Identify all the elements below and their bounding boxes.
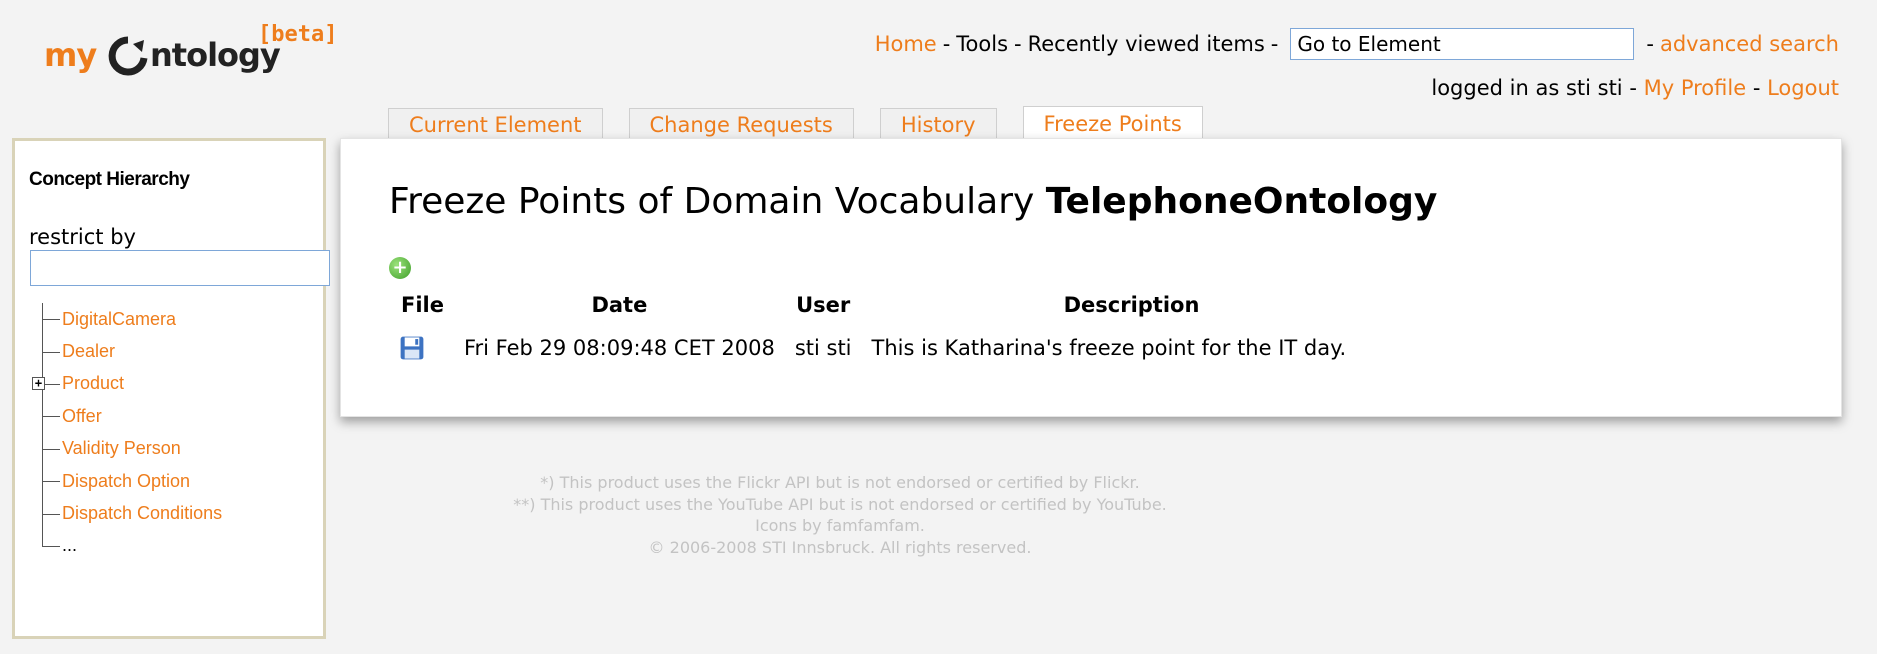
footer-flickr-notice: *) This product uses the Flickr API but … <box>540 473 1140 492</box>
concept-hierarchy-sidebar: Concept Hierarchy restrict by DigitalCam… <box>12 138 330 639</box>
add-freeze-point-icon[interactable]: + <box>389 257 411 279</box>
tree-item-label[interactable]: Offer <box>62 406 102 427</box>
tree-branch <box>42 513 60 515</box>
logo-text-my: my <box>44 36 97 74</box>
table-row: Fri Feb 29 08:09:48 CET 2008 sti sti Thi… <box>389 329 1402 367</box>
column-header-user: User <box>796 293 851 317</box>
footer-youtube-notice: **) This product uses the YouTube API bu… <box>513 494 1167 514</box>
restrict-label: restrict by <box>29 225 136 249</box>
tab-history[interactable]: History <box>879 108 997 141</box>
nav-separator: - <box>1270 32 1279 56</box>
main-panel: Freeze Points of Domain Vocabulary Telep… <box>340 138 1842 417</box>
page-title: Freeze Points of Domain Vocabulary Telep… <box>389 181 1437 222</box>
logout-link[interactable]: Logout <box>1767 76 1839 100</box>
footer: *) This product uses the Flickr API but … <box>340 472 1340 558</box>
description-cell: This is Katharina's freeze point for the… <box>871 336 1347 360</box>
tab-freeze-points[interactable]: Freeze Points <box>1022 106 1203 141</box>
tree-branch <box>42 416 60 418</box>
advanced-search-link[interactable]: advanced search <box>1660 32 1839 56</box>
tree-item-more[interactable]: ... <box>42 530 202 562</box>
tree-branch <box>42 448 60 450</box>
page-title-prefix: Freeze Points of Domain Vocabulary <box>389 181 1035 222</box>
disk-icon[interactable] <box>399 335 425 361</box>
nav-separator: - <box>942 32 951 56</box>
nav-separator: - <box>1646 32 1654 56</box>
footer-icons-credit: Icons by famfamfam. <box>755 516 925 535</box>
tree-item-dealer[interactable]: Dealer <box>42 335 202 367</box>
restrict-input[interactable] <box>30 250 330 286</box>
tree-item-dispatch-conditions[interactable]: Dispatch Conditions <box>42 497 222 529</box>
beta-badge: [beta] <box>258 22 338 47</box>
nav-separator: - <box>1629 76 1637 100</box>
tree-branch <box>42 481 60 483</box>
tree-item-offer[interactable]: Offer <box>42 400 202 432</box>
file-cell <box>389 329 454 367</box>
tree-item-label[interactable]: ... <box>62 535 77 556</box>
tree-item-label[interactable]: Product <box>62 373 124 394</box>
tree-branch <box>42 351 60 353</box>
user-cell: sti sti <box>794 336 852 360</box>
my-profile-link[interactable]: My Profile <box>1644 76 1747 100</box>
sidebar-title: Concept Hierarchy <box>29 169 190 190</box>
logged-in-text: logged in as sti sti <box>1431 76 1623 100</box>
home-link[interactable]: Home <box>875 32 937 56</box>
tree-item-label[interactable]: DigitalCamera <box>62 309 176 330</box>
tree-item-label[interactable]: Validity Person <box>62 438 181 459</box>
tree-item-product[interactable]: + Product <box>32 368 202 400</box>
column-header-file: File <box>401 293 444 317</box>
recently-viewed-menu[interactable]: Recently viewed items <box>1028 32 1265 56</box>
nav-separator: - <box>1752 76 1761 100</box>
table-header-row: File Date User Description <box>389 287 1402 329</box>
tab-current-element[interactable]: Current Element <box>388 108 603 141</box>
tab-bar: Current Element Change Requests History … <box>388 106 1229 141</box>
go-to-element-input[interactable] <box>1290 28 1635 60</box>
tree-branch <box>42 545 60 547</box>
tree-branch <box>42 319 60 321</box>
tree-item-validity-person[interactable]: Validity Person <box>42 433 202 465</box>
top-navigation: Home - Tools - Recently viewed items - -… <box>875 28 1839 60</box>
vocabulary-name: TelephoneOntology <box>1045 181 1438 222</box>
concept-tree: DigitalCamera Dealer + Product Offer Val… <box>32 303 222 562</box>
nav-separator: - <box>1014 32 1022 56</box>
logo-o-icon <box>108 36 148 76</box>
tree-item-digitalcamera[interactable]: DigitalCamera <box>42 303 202 335</box>
tab-change-requests[interactable]: Change Requests <box>628 108 854 141</box>
tree-item-dispatch-option[interactable]: Dispatch Option <box>42 465 202 497</box>
tools-menu[interactable]: Tools <box>956 32 1008 56</box>
tree-item-label[interactable]: Dispatch Conditions <box>62 503 222 524</box>
user-status: logged in as sti sti - My Profile - Logo… <box>1431 76 1839 100</box>
column-header-date: Date <box>591 293 648 317</box>
tree-item-label[interactable]: Dealer <box>62 341 115 362</box>
date-cell: Fri Feb 29 08:09:48 CET 2008 <box>463 336 775 360</box>
plus-box-icon[interactable]: + <box>32 376 45 390</box>
tree-item-label[interactable]: Dispatch Option <box>62 471 190 492</box>
footer-copyright: © 2006-2008 STI Innsbruck. All rights re… <box>648 537 1032 557</box>
column-header-description: Description <box>1063 293 1200 317</box>
freeze-points-table: File Date User Description Fri Feb 29 08… <box>389 287 1402 367</box>
